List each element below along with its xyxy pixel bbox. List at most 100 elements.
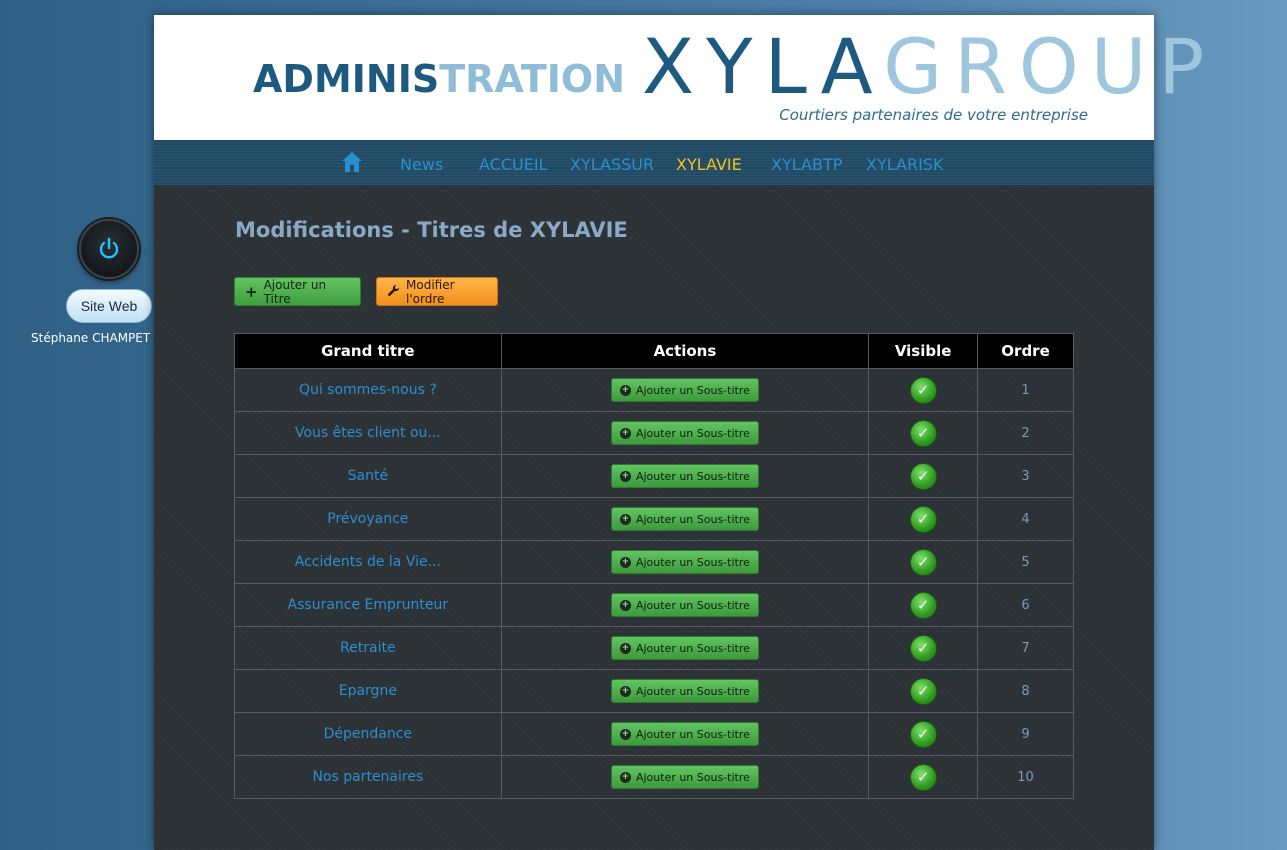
plus-circle-icon: + (619, 427, 631, 439)
check-icon[interactable]: ✓ (909, 462, 937, 490)
plus-circle-icon: + (619, 642, 631, 654)
power-icon (99, 237, 119, 259)
grand-titre-link[interactable]: Epargne (234, 669, 502, 713)
home-icon[interactable] (340, 150, 364, 174)
nav-news[interactable]: News (400, 155, 443, 174)
table-row: Accidents de la Vie... + Ajouter un Sous-t… (234, 540, 1074, 584)
grand-titre-link[interactable]: Assurance Emprunteur (234, 583, 502, 627)
visible-cell: ✓ (868, 497, 979, 541)
plus-circle-icon: + (619, 771, 631, 783)
add-subtitle-label: Ajouter un Sous-titre (635, 469, 750, 483)
tagline: Courtiers partenaires de votre entrepris… (779, 106, 1088, 124)
grand-titre-link[interactable]: Nos partenaires (234, 755, 502, 799)
plus-circle-icon: + (619, 728, 631, 740)
visible-cell: ✓ (868, 755, 979, 799)
check-icon[interactable]: ✓ (909, 720, 937, 748)
header-grand-titre: Grand titre (234, 333, 502, 369)
add-subtitle-label: Ajouter un Sous-titre (635, 727, 750, 741)
site-web-button[interactable]: Site Web (66, 289, 152, 323)
add-title-label: Ajouter un Titre (263, 277, 327, 306)
order-cell: 2 (977, 411, 1074, 455)
grand-titre-link[interactable]: Retraite (234, 626, 502, 670)
check-icon[interactable]: ✓ (909, 419, 937, 447)
header-banner: ADMINISTRATION XYLAGROUP Courtiers parte… (154, 15, 1204, 140)
actions-cell: + Ajouter un Sous-titre (500, 626, 870, 670)
visible-cell: ✓ (868, 454, 979, 498)
table-row: Assurance Emprunteur + Ajouter un Sous-tit… (234, 583, 1074, 627)
check-icon[interactable]: ✓ (909, 548, 937, 576)
add-subtitle-label: Ajouter un Sous-titre (635, 555, 750, 569)
power-button[interactable] (79, 219, 139, 279)
table-row: Santé + Ajouter un Sous-titre ✓ 3 (234, 454, 1074, 498)
check-icon[interactable]: ✓ (909, 763, 937, 791)
add-subtitle-button[interactable]: + Ajouter un Sous-titre (610, 464, 759, 488)
plus-circle-icon: + (619, 556, 631, 568)
wrench-icon (387, 284, 400, 300)
nav-xylarisk[interactable]: XYLARISK (866, 155, 943, 174)
add-subtitle-label: Ajouter un Sous-titre (635, 512, 750, 526)
plus-circle-icon: + (619, 685, 631, 697)
add-subtitle-button[interactable]: + Ajouter un Sous-titre (610, 636, 759, 660)
titles-table: Grand titre Actions Visible Ordre Qui so… (234, 333, 1074, 799)
visible-cell: ✓ (868, 626, 979, 670)
plus-circle-icon: + (619, 384, 631, 396)
table-row: Qui sommes-nous ? + Ajouter un Sous-titre ✓… (234, 368, 1074, 412)
actions-cell: + Ajouter un Sous-titre (500, 411, 870, 455)
table-row: Retraite + Ajouter un Sous-titre ✓ 7 (234, 626, 1074, 670)
nav-accueil[interactable]: ACCUEIL (479, 155, 547, 174)
page-title: Modifications - Titres de XYLAVIE (235, 218, 628, 242)
table-row: Prévoyance + Ajouter un Sous-titre ✓ 4 (234, 497, 1074, 541)
check-icon[interactable]: ✓ (909, 591, 937, 619)
admin-logo-part2: TRATION (439, 57, 626, 101)
check-icon[interactable]: ✓ (909, 376, 937, 404)
add-subtitle-label: Ajouter un Sous-titre (635, 641, 750, 655)
add-title-button[interactable]: + Ajouter un Titre (234, 277, 361, 306)
grand-titre-link[interactable]: Dépendance (234, 712, 502, 756)
check-icon[interactable]: ✓ (909, 505, 937, 533)
user-name: Stéphane CHAMPET (31, 331, 151, 345)
nav-xylassur[interactable]: XYLASSUR (570, 155, 654, 174)
check-icon[interactable]: ✓ (909, 677, 937, 705)
nav-xylavie[interactable]: XYLAVIE (676, 155, 742, 174)
grand-titre-link[interactable]: Vous êtes client ou... (234, 411, 502, 455)
actions-cell: + Ajouter un Sous-titre (500, 368, 870, 412)
add-subtitle-button[interactable]: + Ajouter un Sous-titre (610, 550, 759, 574)
add-subtitle-button[interactable]: + Ajouter un Sous-titre (610, 507, 759, 531)
modify-order-button[interactable]: Modifier l'ordre (376, 277, 498, 306)
grand-titre-link[interactable]: Santé (234, 454, 502, 498)
nav-xylabtp[interactable]: XYLABTP (771, 155, 842, 174)
add-subtitle-button[interactable]: + Ajouter un Sous-titre (610, 421, 759, 445)
grand-titre-link[interactable]: Prévoyance (234, 497, 502, 541)
logo-part2: GROUP (883, 22, 1217, 111)
grand-titre-link[interactable]: Accidents de la Vie... (234, 540, 502, 584)
actions-cell: + Ajouter un Sous-titre (500, 497, 870, 541)
top-navigation: News ACCUEIL XYLASSUR XYLAVIE XYLABTP XY… (154, 140, 1154, 186)
add-subtitle-label: Ajouter un Sous-titre (635, 770, 750, 784)
add-subtitle-button[interactable]: + Ajouter un Sous-titre (610, 765, 759, 789)
add-subtitle-label: Ajouter un Sous-titre (635, 383, 750, 397)
plus-circle-icon: + (619, 513, 631, 525)
grand-titre-link[interactable]: Qui sommes-nous ? (234, 368, 502, 412)
visible-cell: ✓ (868, 583, 979, 627)
table-row: Epargne + Ajouter un Sous-titre ✓ 8 (234, 669, 1074, 713)
check-icon[interactable]: ✓ (909, 634, 937, 662)
order-cell: 7 (977, 626, 1074, 670)
header-ordre: Ordre (977, 333, 1074, 369)
add-subtitle-label: Ajouter un Sous-titre (635, 598, 750, 612)
actions-cell: + Ajouter un Sous-titre (500, 583, 870, 627)
table-row: Dépendance + Ajouter un Sous-titre ✓ 9 (234, 712, 1074, 756)
add-subtitle-label: Ajouter un Sous-titre (635, 426, 750, 440)
add-subtitle-button[interactable]: + Ajouter un Sous-titre (610, 593, 759, 617)
add-subtitle-button[interactable]: + Ajouter un Sous-titre (610, 378, 759, 402)
add-subtitle-button[interactable]: + Ajouter un Sous-titre (610, 679, 759, 703)
plus-icon: + (245, 282, 258, 301)
actions-cell: + Ajouter un Sous-titre (500, 712, 870, 756)
table-row: Vous êtes client ou... + Ajouter un Sous-t… (234, 411, 1074, 455)
order-cell: 9 (977, 712, 1074, 756)
add-subtitle-button[interactable]: + Ajouter un Sous-titre (610, 722, 759, 746)
actions-cell: + Ajouter un Sous-titre (500, 669, 870, 713)
modify-order-label: Modifier l'ordre (406, 277, 455, 306)
visible-cell: ✓ (868, 411, 979, 455)
actions-cell: + Ajouter un Sous-titre (500, 755, 870, 799)
order-cell: 6 (977, 583, 1074, 627)
